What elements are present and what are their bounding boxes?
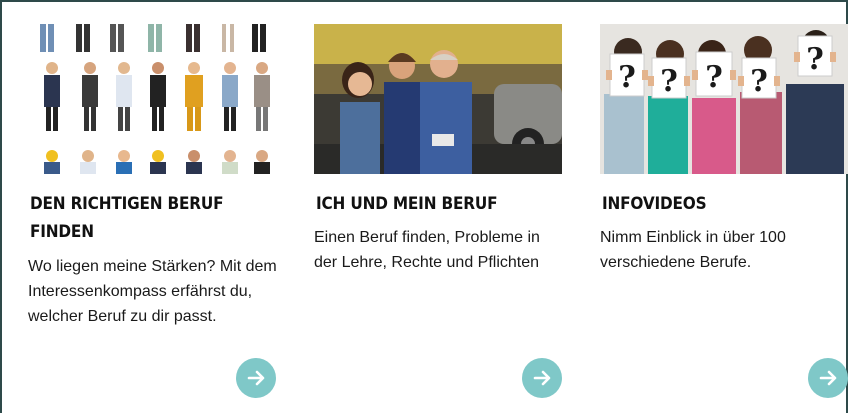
card-description: Nimm Einblick in über 100 verschiedene B…	[600, 229, 786, 271]
workshop-image	[314, 24, 562, 174]
arrow-right-button[interactable]	[808, 358, 848, 398]
arrow-right-button[interactable]	[236, 358, 276, 398]
arrow-right-icon	[819, 370, 837, 386]
svg-text:?: ?	[750, 64, 768, 99]
card-infovideos[interactable]: ? ? ? ? ? INFOVIDEOS Nimm Einblick in üb…	[600, 24, 850, 414]
card-title[interactable]: INFOVIDEOS	[602, 190, 827, 218]
card-beruf-finden[interactable]: DEN RICHTIGEN BERUF FINDEN Wo liegen mei…	[28, 24, 278, 414]
arrow-right-icon	[247, 370, 265, 386]
arrow-right-icon	[533, 370, 551, 386]
people-occupations-icon[interactable]	[28, 24, 276, 174]
card-ich-und-mein-beruf[interactable]: ICH UND MEIN BERUF Einen Beruf finden, P…	[314, 24, 564, 414]
svg-text:?: ?	[618, 60, 636, 95]
occupations-image	[28, 24, 276, 174]
svg-text:?: ?	[806, 42, 824, 77]
content-frame: DEN RICHTIGEN BERUF FINDEN Wo liegen mei…	[0, 0, 848, 413]
question-signs-image: ? ? ? ? ?	[600, 24, 848, 174]
card-title[interactable]: DEN RICHTIGEN BERUF FINDEN	[30, 190, 255, 246]
card-description: Wo liegen meine Stärken? Mit dem Interes…	[28, 258, 277, 325]
arrow-right-button[interactable]	[522, 358, 562, 398]
svg-text:?: ?	[705, 60, 723, 95]
card-title[interactable]: ICH UND MEIN BERUF	[316, 190, 541, 218]
mechanic-workshop-icon[interactable]	[314, 24, 562, 174]
svg-text:?: ?	[660, 64, 678, 99]
card-description: Einen Beruf finden, Probleme in der Lehr…	[314, 229, 540, 271]
question-signs-icon[interactable]: ? ? ? ? ?	[600, 24, 848, 174]
